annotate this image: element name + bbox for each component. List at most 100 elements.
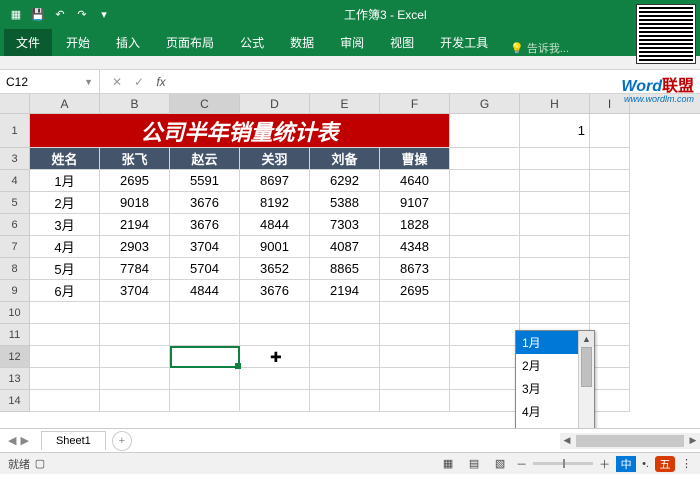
ime-badge-1[interactable]: 中 bbox=[616, 456, 636, 472]
data-cell[interactable]: 8192 bbox=[240, 192, 310, 214]
data-cell[interactable]: 4844 bbox=[170, 280, 240, 302]
empty-cell[interactable] bbox=[590, 324, 630, 346]
validation-dropdown[interactable]: 1月2月3月4月5月6月 ▲ ▼ bbox=[515, 330, 595, 428]
table-title[interactable]: 公司半年销量统计表 bbox=[30, 114, 450, 148]
data-cell[interactable] bbox=[590, 214, 630, 236]
row-header-13[interactable]: 13 bbox=[0, 368, 30, 390]
data-cell[interactable]: 9018 bbox=[100, 192, 170, 214]
data-cell[interactable]: 2194 bbox=[310, 280, 380, 302]
hscroll-left-icon[interactable]: ◀ bbox=[560, 435, 574, 446]
data-cell[interactable] bbox=[590, 192, 630, 214]
header-cell[interactable] bbox=[590, 148, 630, 170]
col-header-C[interactable]: C bbox=[170, 94, 240, 113]
header-cell[interactable] bbox=[520, 148, 590, 170]
header-cell[interactable]: 姓名 bbox=[30, 148, 100, 170]
tab-home[interactable]: 开始 bbox=[54, 29, 102, 56]
ime-badge-2[interactable]: 五 bbox=[655, 456, 675, 472]
row-header-12[interactable]: 12 bbox=[0, 346, 30, 368]
row-header-3[interactable]: 3 bbox=[0, 148, 30, 170]
empty-cell[interactable] bbox=[30, 390, 100, 412]
empty-cell[interactable] bbox=[310, 346, 380, 368]
data-cell[interactable] bbox=[450, 280, 520, 302]
data-cell[interactable]: 3704 bbox=[100, 280, 170, 302]
cell-blank[interactable]: 1 bbox=[520, 114, 590, 148]
tab-layout[interactable]: 页面布局 bbox=[154, 29, 226, 56]
data-cell[interactable]: 7303 bbox=[310, 214, 380, 236]
data-cell[interactable]: 5704 bbox=[170, 258, 240, 280]
data-cell[interactable]: 3652 bbox=[240, 258, 310, 280]
data-cell[interactable]: 5388 bbox=[310, 192, 380, 214]
scroll-thumb[interactable] bbox=[581, 347, 592, 387]
empty-cell[interactable] bbox=[380, 368, 450, 390]
data-cell[interactable]: 8697 bbox=[240, 170, 310, 192]
row-header-1[interactable]: 1 bbox=[0, 114, 30, 148]
row-header-14[interactable]: 14 bbox=[0, 390, 30, 412]
empty-cell[interactable] bbox=[30, 324, 100, 346]
data-cell[interactable] bbox=[590, 258, 630, 280]
data-cell[interactable]: 4348 bbox=[380, 236, 450, 258]
data-cell[interactable] bbox=[590, 170, 630, 192]
empty-cell[interactable] bbox=[100, 302, 170, 324]
data-cell[interactable]: 2903 bbox=[100, 236, 170, 258]
data-cell[interactable] bbox=[520, 214, 590, 236]
cancel-icon[interactable]: ✕ bbox=[108, 75, 126, 89]
row-header-9[interactable]: 9 bbox=[0, 280, 30, 302]
tab-view[interactable]: 视图 bbox=[378, 29, 426, 56]
empty-cell[interactable] bbox=[590, 368, 630, 390]
data-cell[interactable]: 3676 bbox=[170, 214, 240, 236]
row-header-10[interactable]: 10 bbox=[0, 302, 30, 324]
row-header-6[interactable]: 6 bbox=[0, 214, 30, 236]
empty-cell[interactable] bbox=[380, 346, 450, 368]
col-header-G[interactable]: G bbox=[450, 94, 520, 113]
data-cell[interactable] bbox=[450, 192, 520, 214]
horizontal-scrollbar[interactable]: ◀ ▶ bbox=[560, 433, 700, 449]
empty-cell[interactable] bbox=[450, 302, 520, 324]
col-header-A[interactable]: A bbox=[30, 94, 100, 113]
empty-cell[interactable] bbox=[380, 324, 450, 346]
zoom-out-icon[interactable]: － bbox=[516, 456, 527, 472]
view-normal-icon[interactable]: ▦ bbox=[438, 456, 458, 472]
worksheet-grid[interactable]: ABCDEFGHI 134567891011121314 公司半年销量统计表1姓… bbox=[0, 94, 700, 428]
data-cell[interactable]: 2695 bbox=[380, 280, 450, 302]
data-cell[interactable]: 5月 bbox=[30, 258, 100, 280]
data-cell[interactable]: 3月 bbox=[30, 214, 100, 236]
data-cell[interactable]: 9001 bbox=[240, 236, 310, 258]
empty-cell[interactable] bbox=[310, 324, 380, 346]
header-cell[interactable] bbox=[450, 148, 520, 170]
empty-cell[interactable] bbox=[170, 324, 240, 346]
col-header-B[interactable]: B bbox=[100, 94, 170, 113]
data-cell[interactable] bbox=[520, 258, 590, 280]
data-cell[interactable]: 1828 bbox=[380, 214, 450, 236]
tab-formulas[interactable]: 公式 bbox=[228, 29, 276, 56]
sheet-nav-prev-icon[interactable]: ◀ bbox=[8, 434, 16, 447]
data-cell[interactable]: 3704 bbox=[170, 236, 240, 258]
empty-cell[interactable] bbox=[450, 390, 520, 412]
empty-cell[interactable] bbox=[450, 346, 520, 368]
empty-cell[interactable] bbox=[450, 368, 520, 390]
header-cell[interactable]: 刘备 bbox=[310, 148, 380, 170]
data-cell[interactable] bbox=[450, 258, 520, 280]
empty-cell[interactable] bbox=[170, 302, 240, 324]
col-header-D[interactable]: D bbox=[240, 94, 310, 113]
header-cell[interactable]: 曹操 bbox=[380, 148, 450, 170]
empty-cell[interactable] bbox=[450, 324, 520, 346]
data-cell[interactable]: 3676 bbox=[240, 280, 310, 302]
empty-cell[interactable] bbox=[240, 324, 310, 346]
fx-icon[interactable]: fx bbox=[152, 75, 170, 89]
empty-cell[interactable] bbox=[240, 390, 310, 412]
macro-record-icon[interactable]: ▢ bbox=[30, 456, 50, 472]
data-cell[interactable]: 4087 bbox=[310, 236, 380, 258]
tab-file[interactable]: 文件 bbox=[4, 29, 52, 56]
empty-cell[interactable] bbox=[30, 368, 100, 390]
row-header-5[interactable]: 5 bbox=[0, 192, 30, 214]
empty-cell[interactable] bbox=[520, 302, 590, 324]
empty-cell[interactable] bbox=[170, 390, 240, 412]
empty-cell[interactable] bbox=[100, 390, 170, 412]
zoom-in-icon[interactable]: ＋ bbox=[599, 456, 610, 472]
add-sheet-button[interactable]: + bbox=[112, 431, 132, 451]
zoom-slider[interactable] bbox=[533, 462, 593, 465]
empty-cell[interactable] bbox=[310, 368, 380, 390]
data-cell[interactable]: 4844 bbox=[240, 214, 310, 236]
empty-cell[interactable] bbox=[590, 390, 630, 412]
header-cell[interactable]: 赵云 bbox=[170, 148, 240, 170]
